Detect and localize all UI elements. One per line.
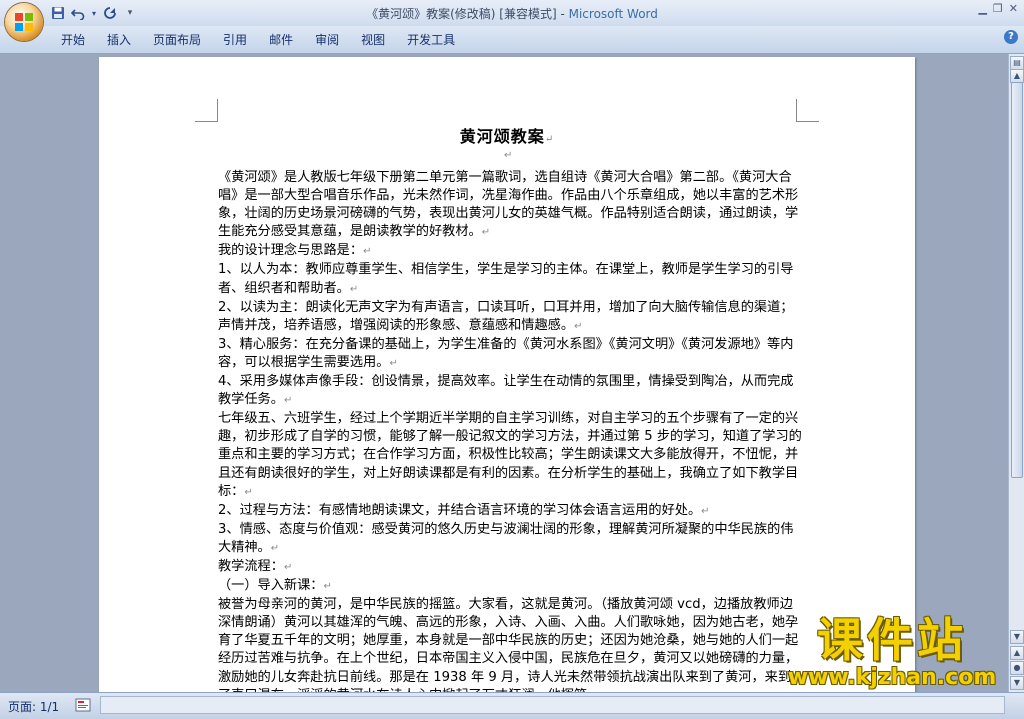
tab-references[interactable]: 引用 [212, 30, 258, 50]
tab-view[interactable]: 视图 [350, 30, 396, 50]
tab-page-layout[interactable]: 页面布局 [142, 30, 212, 50]
minimize-icon[interactable]: ▁ [978, 2, 986, 15]
watermark-url: www.kjzhan.com [787, 665, 997, 690]
paragraph-mark-icon: ↵ [544, 134, 555, 145]
paragraph: 3、情感、态度与价值观：感受黄河的悠久历史与波澜壮阔的形象，理解黄河所凝聚的中华… [218, 521, 794, 555]
help-icon[interactable]: ? [1004, 30, 1018, 44]
title-bar: ▾ ▾ 《黄河颂》教案(修改稿) [兼容模式] - Microsoft Word… [0, 0, 1024, 26]
proofing-icon[interactable] [75, 697, 91, 713]
tab-developer[interactable]: 开发工具 [396, 30, 466, 50]
paragraph: 4、采用多媒体声像手段：创设情景，提高效率。让学生在动情的氛围里，情操受到陶冶，… [218, 374, 794, 408]
paragraph: 七年级五、六班学生，经过上个学期近半学期的自主学习训练，对自主学习的五个步骤有了… [218, 411, 802, 499]
paragraph: 我的设计理念与思路是：↵ [218, 243, 372, 259]
status-bar: 页面: 1/1 [0, 692, 1024, 719]
paragraph-mark-icon: ↵ [504, 150, 513, 161]
close-icon[interactable]: ✕ [1009, 2, 1018, 15]
ruler-toggle-icon[interactable]: ▤ [1010, 56, 1024, 70]
paragraph: 2、以读为主：朗读化无声文字为有声语言，口读耳听，口耳并用，增加了向大脑传输信息… [218, 299, 794, 333]
office-logo-icon [15, 13, 33, 31]
ribbon-tabs: 开始 插入 页面布局 引用 邮件 审阅 视图 开发工具 [50, 30, 466, 50]
paragraph: 3、精心服务：在充分备课的基础上，为学生准备的《黄河水系图》《黄河文明》《黄河发… [218, 336, 794, 370]
page-count[interactable]: 页面: 1/1 [8, 698, 59, 715]
page-title: 黄河颂教案↵ [459, 127, 555, 146]
vertical-scrollbar[interactable]: ▤ ▲ ▼ ▲ ● ▼ [1008, 54, 1024, 692]
document-workspace: 黄河颂教案↵ ↵ 《黄河颂》是人教版七年级下册第二单元第一篇歌词，选自组诗《黄河… [0, 54, 1008, 692]
office-button[interactable] [5, 3, 43, 41]
margin-corner-top-left [195, 99, 218, 122]
horizontal-scrollbar[interactable] [100, 696, 1005, 714]
tab-home[interactable]: 开始 [50, 30, 96, 50]
tab-mailings[interactable]: 邮件 [258, 30, 304, 50]
paragraph: 《黄河颂》是人教版七年级下册第二单元第一篇歌词，选自组诗《黄河大合唱》第二部。《… [218, 170, 799, 240]
document-page[interactable]: 黄河颂教案↵ ↵ 《黄河颂》是人教版七年级下册第二单元第一篇歌词，选自组诗《黄河… [99, 57, 915, 692]
scroll-thumb[interactable] [1011, 82, 1023, 478]
watermark: 课件站 www.kjzhan.com [767, 614, 1017, 690]
restore-icon[interactable]: ❐ [993, 2, 1003, 15]
paragraph: （一）导入新课：↵ [218, 578, 332, 594]
tab-insert[interactable]: 插入 [96, 30, 142, 50]
watermark-title: 课件站 [817, 613, 967, 667]
document-name: 《黄河颂》教案(修改稿) [兼容模式] - [366, 7, 569, 21]
paragraph: 被誉为母亲河的黄河，是中华民族的摇篮。大家看，这就是黄河。（播放黄河颂 vcd，… [218, 597, 799, 692]
app-name: Microsoft Word [568, 7, 658, 21]
paragraph: 教学流程：↵ [218, 558, 293, 574]
scroll-up-icon[interactable]: ▲ [1010, 69, 1024, 83]
document-body[interactable]: 《黄河颂》是人教版七年级下册第二单元第一篇歌词，选自组诗《黄河大合唱》第二部。《… [218, 169, 802, 692]
ribbon: 开始 插入 页面布局 引用 邮件 审阅 视图 开发工具 ? [0, 26, 1024, 54]
tab-review[interactable]: 审阅 [304, 30, 350, 50]
paragraph: 1、以人为本：教师应尊重学生、相信学生，学生是学习的主体。在课堂上，教师是学生学… [218, 262, 794, 296]
paragraph: 2、过程与方法：有感情地朗读课文，并结合语言环境的学习体会语言运用的好处。↵ [218, 502, 710, 518]
window-title: 《黄河颂》教案(修改稿) [兼容模式] - Microsoft Word [0, 5, 1024, 22]
window-controls: ▁ ❐ ✕ [978, 2, 1018, 15]
margin-corner-top-right [796, 99, 819, 122]
